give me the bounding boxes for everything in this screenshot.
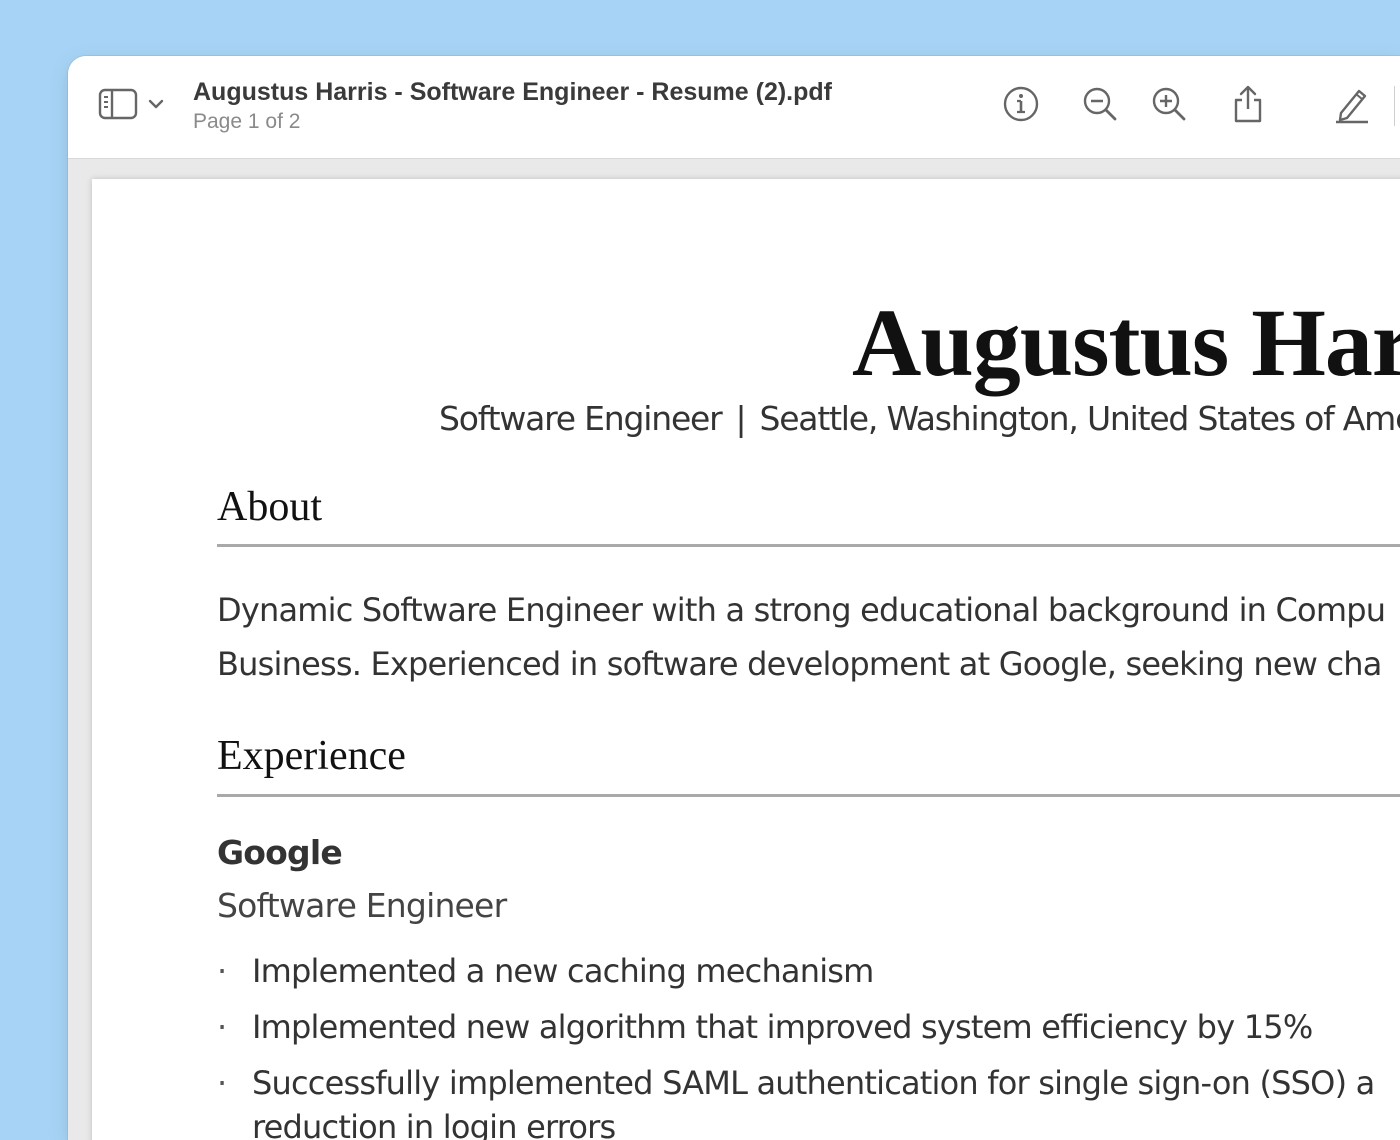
company-name: Google: [217, 833, 343, 872]
list-item: · Implemented new algorithm that improve…: [217, 1005, 1374, 1049]
bullet-text: Implemented new algorithm that improved …: [252, 1008, 1313, 1046]
about-line: Business. Experienced in software develo…: [217, 645, 1382, 683]
markup-pencil-icon: [1332, 84, 1372, 129]
about-divider: [217, 544, 1400, 547]
bullet-text: reduction in login errors: [252, 1108, 616, 1140]
bullet-marker: ·: [217, 1064, 227, 1102]
sidebar-icon: [98, 88, 138, 125]
preview-window: Augustus Harris - Software Engineer - Re…: [68, 56, 1400, 1140]
info-icon: [1002, 85, 1040, 128]
document-viewport[interactable]: Augustus Harr Software Engineer | Seattle,…: [68, 159, 1400, 1140]
zoom-out-icon: [1081, 85, 1119, 128]
experience-heading: Experience: [217, 733, 406, 779]
tagline-separator: |: [735, 399, 747, 438]
share-button[interactable]: [1226, 84, 1270, 128]
experience-bullets: · Implemented a new caching mechanism · …: [217, 949, 1375, 1140]
experience-divider: [217, 794, 1400, 797]
about-paragraph: Dynamic Software Engineer with a strong …: [217, 583, 1386, 691]
markup-button[interactable]: [1330, 84, 1374, 128]
page-indicator: Page 1 of 2: [193, 110, 301, 133]
bullet-text: Implemented a new caching mechanism: [252, 952, 874, 990]
bullet-marker: ·: [217, 1008, 227, 1046]
share-icon: [1230, 84, 1266, 129]
info-button[interactable]: [999, 84, 1043, 128]
zoom-out-button[interactable]: [1078, 84, 1122, 128]
list-item: · Successfully implemented SAML authenti…: [217, 1061, 1375, 1140]
toolbar-divider: [1394, 86, 1395, 126]
document-title: Augustus Harris - Software Engineer - Re…: [193, 78, 832, 106]
zoom-in-button[interactable]: [1147, 84, 1191, 128]
bullet-text: Successfully implemented SAML authentica…: [252, 1064, 1375, 1102]
job-title: Software Engineer: [217, 886, 507, 925]
resume-name: Augustus Harr: [852, 289, 1400, 396]
list-item: · Implemented a new caching mechanism: [217, 949, 1374, 993]
about-heading: About: [217, 484, 322, 530]
zoom-in-icon: [1150, 85, 1188, 128]
tagline-role: Software Engineer: [439, 399, 723, 438]
sidebar-toggle-button[interactable]: [98, 86, 168, 126]
toolbar: Augustus Harris - Software Engineer - Re…: [68, 56, 1400, 159]
pdf-page: Augustus Harr Software Engineer | Seattle,…: [92, 179, 1400, 1140]
about-line: Dynamic Software Engineer with a strong …: [217, 591, 1386, 629]
resume-tagline: Software Engineer | Seattle, Washington, U…: [439, 399, 1400, 438]
chevron-down-icon: [148, 97, 164, 115]
bullet-marker: ·: [217, 952, 227, 990]
tagline-location: Seattle, Washington, United States of Am…: [759, 399, 1400, 438]
